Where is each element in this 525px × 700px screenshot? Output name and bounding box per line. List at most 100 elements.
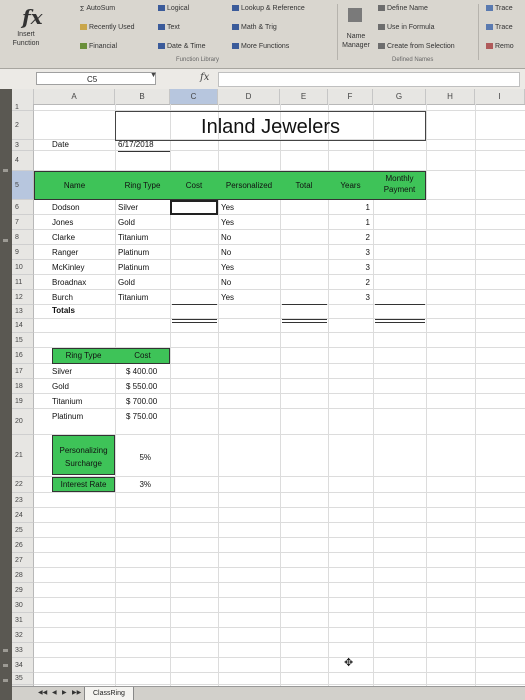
header-total[interactable]: Total [280, 181, 328, 190]
remove-arrows-button[interactable]: Remo [486, 43, 514, 50]
record-years[interactable]: 2 [328, 278, 370, 287]
row-header[interactable]: 29 [12, 583, 34, 598]
row-header[interactable]: 10 [12, 260, 34, 275]
record-years[interactable]: 1 [328, 218, 370, 227]
record-ring-type[interactable]: Gold [118, 278, 135, 287]
logical-button[interactable]: Logical [158, 5, 189, 12]
financial-button[interactable]: Financial [80, 43, 117, 50]
more-functions-button[interactable]: More Functions [232, 43, 289, 50]
row-header[interactable]: 4 [12, 151, 34, 171]
row-header[interactable]: 32 [12, 628, 34, 643]
column-header-c[interactable]: C [170, 89, 218, 104]
lookup-ring-type[interactable]: Platinum [52, 412, 83, 421]
prev-sheet-icon[interactable]: ◀ [52, 689, 57, 696]
date-time-button[interactable]: Date & Time [158, 43, 206, 50]
record-personalized[interactable]: Yes [221, 263, 234, 272]
row-header[interactable]: 9 [12, 245, 34, 260]
lookup-cost[interactable]: $ 550.00 [126, 382, 157, 391]
name-manager-icon[interactable] [348, 8, 362, 22]
row-header[interactable]: 5 [12, 171, 34, 200]
row-header[interactable]: 24 [12, 508, 34, 523]
surcharge-value[interactable]: 5% [115, 453, 151, 462]
row-header[interactable]: 17 [12, 364, 34, 379]
row-header[interactable]: 23 [12, 493, 34, 508]
surcharge-label[interactable]: Personalizing Surcharge [52, 444, 115, 470]
record-personalized[interactable]: No [221, 278, 231, 287]
define-name-button[interactable]: Define Name [378, 5, 428, 12]
row-header[interactable]: 25 [12, 523, 34, 538]
recently-used-button[interactable]: Recently Used [80, 24, 135, 31]
date-label[interactable]: Date [52, 140, 69, 149]
date-value[interactable]: 6/17/2018 [118, 140, 170, 152]
record-ring-type[interactable]: Platinum [118, 248, 149, 257]
column-header-e[interactable]: E [280, 89, 328, 104]
lookup-cost[interactable]: $ 400.00 [126, 367, 157, 376]
next-sheet-icon[interactable]: ▶ [62, 689, 67, 696]
row-header[interactable]: 15 [12, 333, 34, 348]
header-personalized[interactable]: Personalized [218, 181, 280, 190]
insert-function-button[interactable]: Insert Function [6, 30, 46, 48]
record-personalized[interactable]: Yes [221, 203, 234, 212]
select-all-corner[interactable] [12, 89, 34, 104]
record-ring-type[interactable]: Silver [118, 203, 138, 212]
column-header-d[interactable]: D [218, 89, 280, 104]
trace-precedents-button[interactable]: Trace [486, 5, 513, 12]
row-header[interactable]: 33 [12, 643, 34, 658]
record-ring-type[interactable]: Titanium [118, 293, 148, 302]
lookup-cost[interactable]: $ 700.00 [126, 397, 157, 406]
row-header[interactable]: 16 [12, 348, 34, 364]
row-header[interactable]: 19 [12, 394, 34, 409]
row-header[interactable]: 8 [12, 230, 34, 245]
record-years[interactable]: 3 [328, 263, 370, 272]
record-name[interactable]: Broadnax [52, 278, 86, 287]
record-personalized[interactable]: Yes [221, 218, 234, 227]
record-name[interactable]: McKinley [52, 263, 84, 272]
column-header-a[interactable]: A [34, 89, 115, 104]
column-header-b[interactable]: B [115, 89, 170, 104]
use-in-formula-button[interactable]: Use in Formula [378, 24, 434, 31]
row-header[interactable]: 3 [12, 140, 34, 151]
row-header[interactable]: 11 [12, 275, 34, 290]
row-header[interactable]: 28 [12, 568, 34, 583]
record-name[interactable]: Clarke [52, 233, 75, 242]
record-ring-type[interactable]: Titanium [118, 233, 148, 242]
sheet-title[interactable]: Inland Jewelers [115, 111, 426, 141]
record-years[interactable]: 3 [328, 248, 370, 257]
row-header[interactable]: 34 [12, 658, 34, 673]
lookup-cost[interactable]: $ 750.00 [126, 412, 157, 421]
header-name[interactable]: Name [34, 181, 115, 190]
row-header[interactable]: 18 [12, 379, 34, 394]
header-monthly-payment[interactable]: Monthly Payment [373, 173, 426, 195]
spreadsheet-grid[interactable]: A B C D E F G H I 1 2 3 4 5 6 7 8 9 10 11 12 13 14 15 1… [12, 89, 525, 697]
record-name[interactable]: Ranger [52, 248, 78, 257]
lookup-reference-button[interactable]: Lookup & Reference [232, 5, 305, 12]
lookup-ring-type[interactable]: Gold [52, 382, 69, 391]
chevron-down-icon[interactable]: ▼ [150, 72, 157, 79]
record-personalized[interactable]: No [221, 233, 231, 242]
math-trig-button[interactable]: Math & Trig [232, 24, 277, 31]
last-sheet-icon[interactable]: ▶▶ [72, 689, 81, 696]
record-personalized[interactable]: Yes [221, 293, 234, 302]
name-box[interactable]: C5 [36, 72, 156, 85]
header-years[interactable]: Years [328, 181, 373, 190]
lookup-header-ring-type[interactable]: Ring Type [52, 351, 115, 360]
record-ring-type[interactable]: Platinum [118, 263, 149, 272]
sheet-tab-classring[interactable]: ClassRing [84, 687, 134, 700]
column-header-g[interactable]: G [373, 89, 426, 104]
first-sheet-icon[interactable]: ◀◀ [38, 689, 47, 696]
create-from-selection-button[interactable]: Create from Selection [378, 43, 455, 50]
record-ring-type[interactable]: Gold [118, 218, 135, 227]
text-button[interactable]: Text [158, 24, 180, 31]
insert-function-icon[interactable]: fx [22, 5, 43, 29]
row-header[interactable]: 13 [12, 305, 34, 319]
record-years[interactable]: 2 [328, 233, 370, 242]
column-header-i[interactable]: I [475, 89, 525, 104]
row-header[interactable]: 14 [12, 319, 34, 333]
row-header[interactable]: 20 [12, 409, 34, 435]
record-personalized[interactable]: No [221, 248, 231, 257]
row-header[interactable]: 26 [12, 538, 34, 553]
row-header[interactable]: 1 [12, 104, 34, 111]
header-cost[interactable]: Cost [170, 181, 218, 190]
record-years[interactable]: 1 [328, 203, 370, 212]
fx-icon[interactable]: fx [200, 72, 209, 83]
